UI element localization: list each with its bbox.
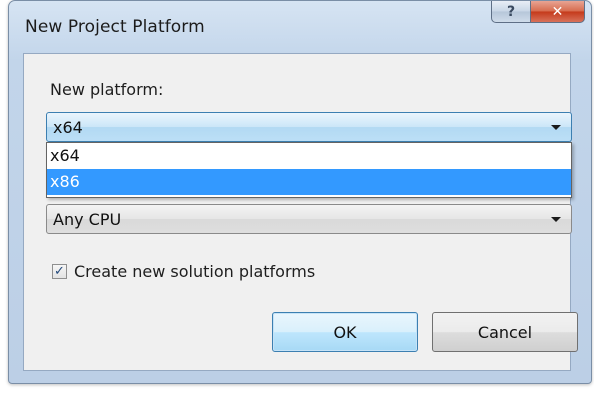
caption-buttons: ? ✕ [491, 1, 585, 23]
create-solution-platforms-row[interactable]: ✓ Create new solution platforms [52, 262, 315, 281]
cancel-button-label: Cancel [477, 322, 533, 342]
cancel-button[interactable]: Cancel [432, 312, 578, 352]
ok-button-label: OK [333, 322, 357, 342]
window-title: New Project Platform [25, 17, 205, 37]
help-button[interactable]: ? [491, 1, 531, 23]
create-solution-platforms-checkbox[interactable]: ✓ [52, 264, 67, 279]
chevron-down-icon[interactable] [551, 217, 561, 222]
copy-settings-select[interactable]: Any CPU [46, 204, 572, 234]
close-icon: ✕ [551, 3, 564, 20]
dialog-window: New Project Platform ? ✕ New platform: x… [8, 0, 592, 384]
dropdown-option-x64[interactable]: x64 [47, 143, 571, 169]
dropdown-option-x86[interactable]: x86 [47, 169, 571, 195]
dialog-content: New platform: x64 x64 x86 Any CPU ✓ Crea… [23, 53, 578, 371]
new-platform-select[interactable]: x64 [46, 112, 572, 142]
platform-dropdown-list: x64 x86 [46, 142, 572, 198]
checkmark-icon: ✓ [54, 264, 65, 279]
ok-button[interactable]: OK [272, 312, 418, 352]
title-bar[interactable]: New Project Platform ? ✕ [9, 1, 591, 45]
create-solution-platforms-label[interactable]: Create new solution platforms [74, 262, 315, 281]
chevron-down-icon[interactable] [551, 125, 561, 130]
new-platform-label: New platform: [50, 80, 164, 99]
help-icon: ? [506, 3, 516, 20]
new-platform-value: x64 [53, 117, 83, 137]
close-button[interactable]: ✕ [531, 1, 585, 23]
copy-settings-value: Any CPU [53, 209, 122, 229]
